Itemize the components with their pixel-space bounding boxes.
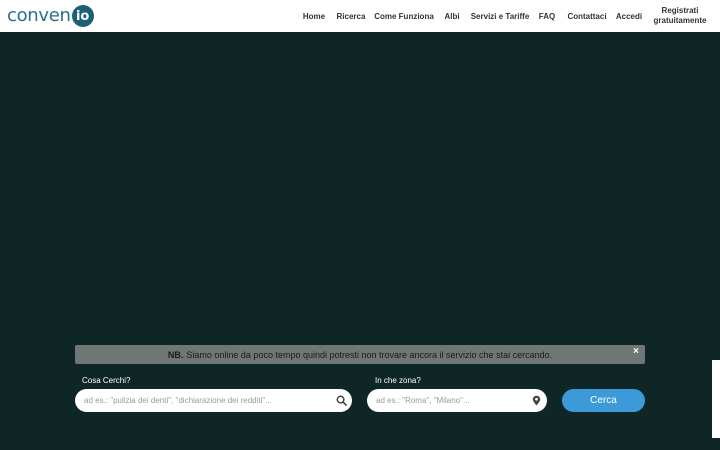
close-icon[interactable]: × bbox=[633, 346, 639, 358]
notice-banner: NB. Siamo online da poco tempo quindi po… bbox=[75, 345, 645, 364]
scroll-edge-bottom bbox=[712, 438, 720, 450]
what-input[interactable] bbox=[84, 396, 324, 405]
search-icon[interactable] bbox=[336, 395, 347, 406]
map-pin-icon bbox=[532, 395, 541, 406]
nav-contattaci[interactable]: Contattaci bbox=[563, 0, 611, 32]
logo[interactable]: conven io bbox=[7, 4, 94, 28]
where-label: In che zona? bbox=[375, 376, 421, 385]
hero-background bbox=[0, 32, 712, 450]
logo-badge: io bbox=[71, 5, 94, 27]
nav-home[interactable]: Home bbox=[298, 0, 330, 32]
nav-registrati[interactable]: Registrati gratuitamente bbox=[650, 0, 710, 32]
nav-faq[interactable]: FAQ bbox=[536, 0, 558, 32]
where-input[interactable] bbox=[376, 396, 526, 405]
notice-text: Siamo online da poco tempo quindi potres… bbox=[186, 349, 553, 360]
scrollbar-track[interactable] bbox=[712, 360, 720, 438]
logo-text: conven bbox=[7, 5, 71, 26]
nav-albi[interactable]: Albi bbox=[440, 0, 464, 32]
what-label: Cosa Cerchi? bbox=[82, 376, 131, 385]
site-header: conven io Home Ricerca Come Funziona Alb… bbox=[0, 0, 720, 32]
nav-come-funziona[interactable]: Come Funziona bbox=[373, 0, 435, 32]
nav-ricerca[interactable]: Ricerca bbox=[334, 0, 368, 32]
notice-prefix: NB. bbox=[167, 349, 184, 360]
nav-accedi[interactable]: Accedi bbox=[614, 0, 644, 32]
scroll-edge bbox=[712, 32, 720, 360]
where-field[interactable] bbox=[367, 389, 547, 412]
search-button[interactable]: Cerca bbox=[562, 389, 645, 412]
nav-servizi-tariffe[interactable]: Servizi e Tariffe bbox=[469, 0, 531, 32]
what-field[interactable] bbox=[75, 389, 352, 412]
